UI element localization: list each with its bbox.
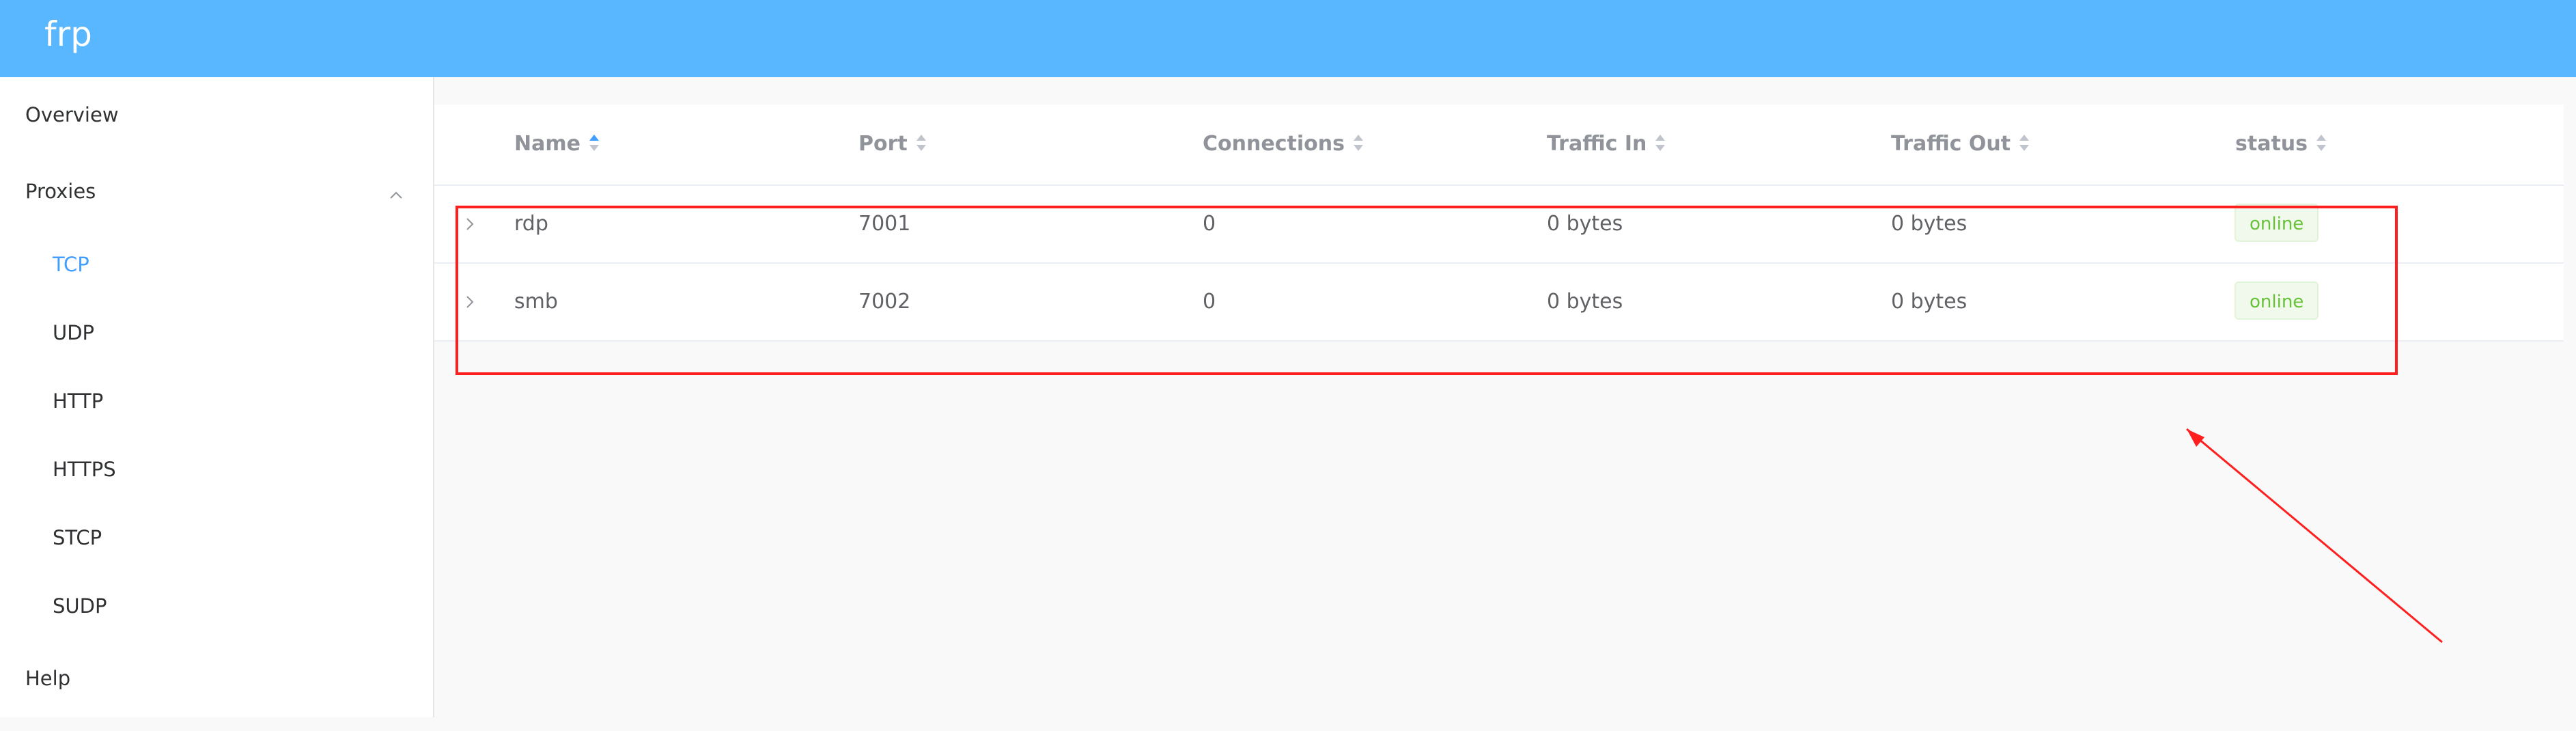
sidebar-item-sudp[interactable]: SUDP: [53, 592, 107, 620]
proxies-table: Name Port Connections Traffic In Traffic…: [434, 105, 2564, 342]
table-row[interactable]: rdp 7001 0 0 bytes 0 bytes online: [434, 186, 2564, 264]
cell-connections: 0: [1203, 290, 1216, 314]
status-badge: online: [2235, 204, 2319, 242]
sidebar-item-help[interactable]: Help: [25, 665, 70, 692]
sidebar-item-overview[interactable]: Overview: [25, 101, 119, 128]
main-content: Name Port Connections Traffic In Traffic…: [434, 77, 2576, 731]
sort-ascending-icon[interactable]: [587, 130, 601, 155]
chevron-up-icon[interactable]: [386, 185, 406, 206]
cell-name: smb: [514, 290, 558, 314]
table-row[interactable]: smb 7002 0 0 bytes 0 bytes online: [434, 264, 2564, 342]
top-header: frp: [0, 0, 2576, 77]
column-header-status[interactable]: status: [2235, 130, 2328, 158]
chevron-right-icon[interactable]: [462, 212, 478, 236]
column-header-name[interactable]: Name: [514, 130, 601, 158]
sidebar-item-stcp[interactable]: STCP: [53, 524, 102, 551]
column-header-connections[interactable]: Connections: [1203, 130, 1365, 158]
sort-icon[interactable]: [2017, 130, 2031, 155]
sidebar-item-https[interactable]: HTTPS: [53, 456, 116, 483]
status-badge: online: [2235, 281, 2319, 320]
chevron-right-icon[interactable]: [462, 290, 478, 314]
sort-icon[interactable]: [1653, 130, 1667, 155]
cell-name: rdp: [514, 212, 548, 236]
cell-traffic-out: 0 bytes: [1891, 290, 1968, 314]
cell-port: 7001: [858, 212, 911, 236]
cell-traffic-out: 0 bytes: [1891, 212, 1968, 236]
sort-icon[interactable]: [2314, 130, 2328, 155]
sidebar: Overview Proxies TCP UDP HTTP HTTPS STCP…: [0, 77, 434, 717]
sidebar-item-proxies[interactable]: Proxies: [25, 178, 96, 205]
sidebar-item-http[interactable]: HTTP: [53, 387, 103, 415]
column-header-port[interactable]: Port: [858, 130, 928, 158]
sidebar-item-tcp[interactable]: TCP: [53, 251, 89, 278]
cell-port: 7002: [858, 290, 911, 314]
brand-logo[interactable]: frp: [44, 12, 92, 56]
sort-icon[interactable]: [1352, 130, 1365, 155]
sidebar-item-udp[interactable]: UDP: [53, 319, 94, 346]
sort-icon[interactable]: [914, 130, 928, 155]
cell-traffic-in: 0 bytes: [1547, 212, 1623, 236]
column-header-traffic-in[interactable]: Traffic In: [1547, 130, 1667, 158]
table-header: Name Port Connections Traffic In Traffic…: [434, 105, 2564, 186]
cell-traffic-in: 0 bytes: [1547, 290, 1623, 314]
cell-connections: 0: [1203, 212, 1216, 236]
column-header-traffic-out[interactable]: Traffic Out: [1891, 130, 2031, 158]
